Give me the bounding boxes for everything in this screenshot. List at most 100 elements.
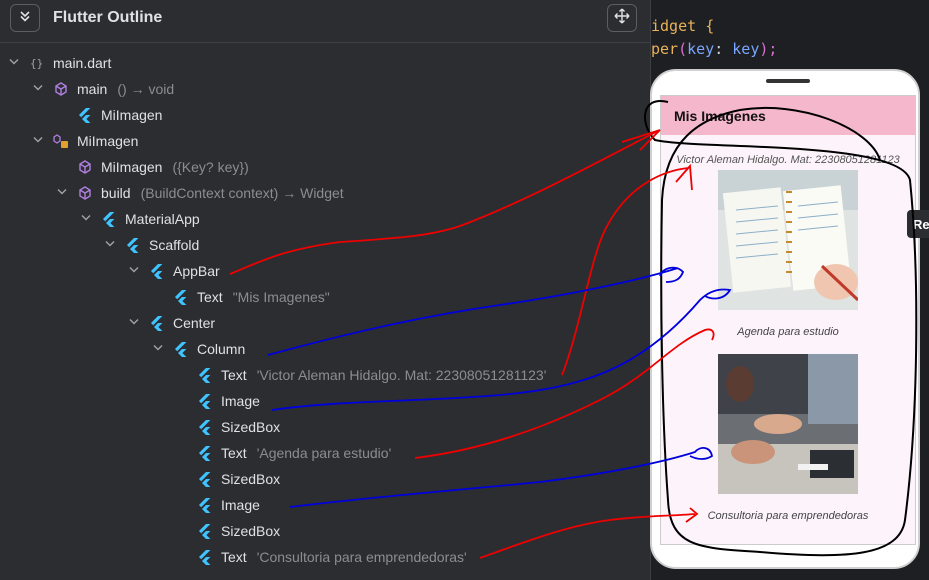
outline-node[interactable]: Text 'Victor Aleman Hidalgo. Mat: 2230805… (175, 362, 546, 388)
node-label: MaterialApp (125, 211, 200, 227)
node-label: build (101, 185, 131, 201)
node-label: MiImagen (77, 133, 139, 149)
node-label: SizedBox (221, 523, 281, 539)
node-detail: 'Consultoria para emprendedoras' (256, 549, 467, 565)
flutter-icon (197, 497, 213, 513)
node-label: SizedBox (221, 471, 281, 487)
flutter-icon (101, 211, 117, 227)
outline-node[interactable]: MiImagen (31, 128, 138, 154)
flutter-icon (77, 107, 93, 123)
node-label: Image (221, 393, 260, 409)
outline-node[interactable]: MaterialApp (79, 206, 200, 232)
code-token: idget (651, 17, 697, 35)
flutter-icon (197, 367, 213, 383)
chevron-down-icon[interactable] (31, 135, 45, 147)
code-line-2: per(key: key); (651, 40, 777, 58)
class-icon (53, 133, 69, 149)
author-text: Victor Aleman Hidalgo. Mat: 223080512811… (676, 154, 900, 166)
phone-speaker (766, 79, 810, 83)
flutter-icon (173, 341, 189, 357)
outline-node[interactable]: AppBar (127, 258, 220, 284)
double-chevron-down-icon (18, 9, 32, 28)
cube-icon (77, 159, 93, 175)
node-detail: "Mis Imagenes" (232, 289, 330, 305)
chevron-down-icon[interactable] (127, 317, 141, 329)
outline-node[interactable]: Scaffold (103, 232, 199, 258)
consulting-caption: Consultoria para emprendedoras (707, 510, 869, 522)
outline-node[interactable]: Image (175, 492, 260, 518)
node-label: AppBar (173, 263, 220, 279)
cube-icon (53, 81, 69, 97)
chevron-down-icon[interactable] (7, 57, 21, 69)
flutter-icon (197, 393, 213, 409)
agenda-image (718, 170, 858, 310)
node-detail: 'Victor Aleman Hidalgo. Mat: 22308051281… (256, 367, 547, 383)
node-label: Text (221, 445, 247, 461)
chevron-down-icon[interactable] (103, 239, 117, 251)
flutter-icon (197, 549, 213, 565)
outline-header: Flutter Outline (0, 0, 650, 43)
node-label: main (77, 81, 108, 97)
outline-node[interactable]: {} main.dart (7, 50, 111, 76)
node-detail: ({Key? key}) (172, 159, 249, 175)
device-preview: Mis Imagenes Victor Aleman Hidalgo. Mat:… (650, 69, 920, 569)
code-token: { (705, 17, 715, 35)
outline-node[interactable]: SizedBox (175, 466, 280, 492)
outline-node[interactable]: build (BuildContext context) → Widget (55, 180, 344, 206)
outline-node[interactable]: Center (127, 310, 215, 336)
side-tab[interactable]: Re (907, 210, 929, 238)
outline-node[interactable]: main () → void (31, 76, 174, 102)
code-line-1: idget { (651, 17, 714, 35)
app-bar-title: Mis Imagenes (674, 108, 766, 124)
cube-icon (77, 185, 93, 201)
braces-icon: {} (29, 55, 45, 71)
node-label: MiImagen (101, 107, 163, 123)
chevron-down-icon[interactable] (55, 187, 69, 199)
move-arrows-icon (614, 8, 630, 29)
chevron-down-icon[interactable] (79, 213, 93, 225)
outline-node[interactable]: Text "Mis Imagenes" (151, 284, 330, 310)
code-token: key (687, 40, 715, 58)
outline-node[interactable]: MiImagen (55, 102, 162, 128)
code-token: key (732, 40, 760, 58)
flutter-outline-panel: Flutter Outline {} main.dart main () → void… (0, 0, 650, 580)
node-detail: 'Agenda para estudio' (256, 445, 392, 461)
outline-node[interactable]: Image (175, 388, 260, 414)
node-label: Center (173, 315, 216, 331)
flutter-icon (197, 445, 213, 461)
node-label: Text (221, 367, 247, 383)
chevron-down-icon[interactable] (127, 265, 141, 277)
node-label: SizedBox (221, 419, 281, 435)
code-token: per (651, 40, 679, 58)
flutter-icon (173, 289, 189, 305)
code-token: : (714, 40, 724, 58)
node-label: main.dart (53, 55, 112, 71)
code-token: ); (759, 40, 778, 58)
move-button[interactable] (607, 4, 637, 32)
agenda-caption: Agenda para estudio (737, 326, 839, 338)
outline-node[interactable]: MiImagen ({Key? key}) (55, 154, 249, 180)
node-label: Image (221, 497, 260, 513)
outline-node[interactable]: SizedBox (175, 414, 280, 440)
outline-node[interactable]: Text 'Agenda para estudio' (175, 440, 391, 466)
outline-node[interactable]: Column (151, 336, 245, 362)
node-label: Text (197, 289, 223, 305)
outline-node[interactable]: Text 'Consultoria para emprendedoras' (175, 544, 467, 570)
app-screen: Mis Imagenes Victor Aleman Hidalgo. Mat:… (660, 95, 916, 545)
outline-node[interactable]: SizedBox (175, 518, 280, 544)
panel-title: Flutter Outline (53, 9, 163, 26)
chevron-down-icon[interactable] (31, 83, 45, 95)
code-token: ( (678, 40, 688, 58)
svg-text:{}: {} (30, 57, 43, 70)
node-detail: (BuildContext context) → Widget (140, 185, 344, 201)
flutter-icon (197, 523, 213, 539)
app-bar: Mis Imagenes (661, 96, 915, 135)
flutter-icon (197, 471, 213, 487)
node-detail: () → void (117, 81, 175, 97)
flutter-icon (197, 419, 213, 435)
flutter-icon (149, 315, 165, 331)
flutter-icon (125, 237, 141, 253)
chevron-down-icon[interactable] (151, 343, 165, 355)
node-label: Scaffold (149, 237, 200, 253)
collapse-all-button[interactable] (10, 4, 40, 32)
